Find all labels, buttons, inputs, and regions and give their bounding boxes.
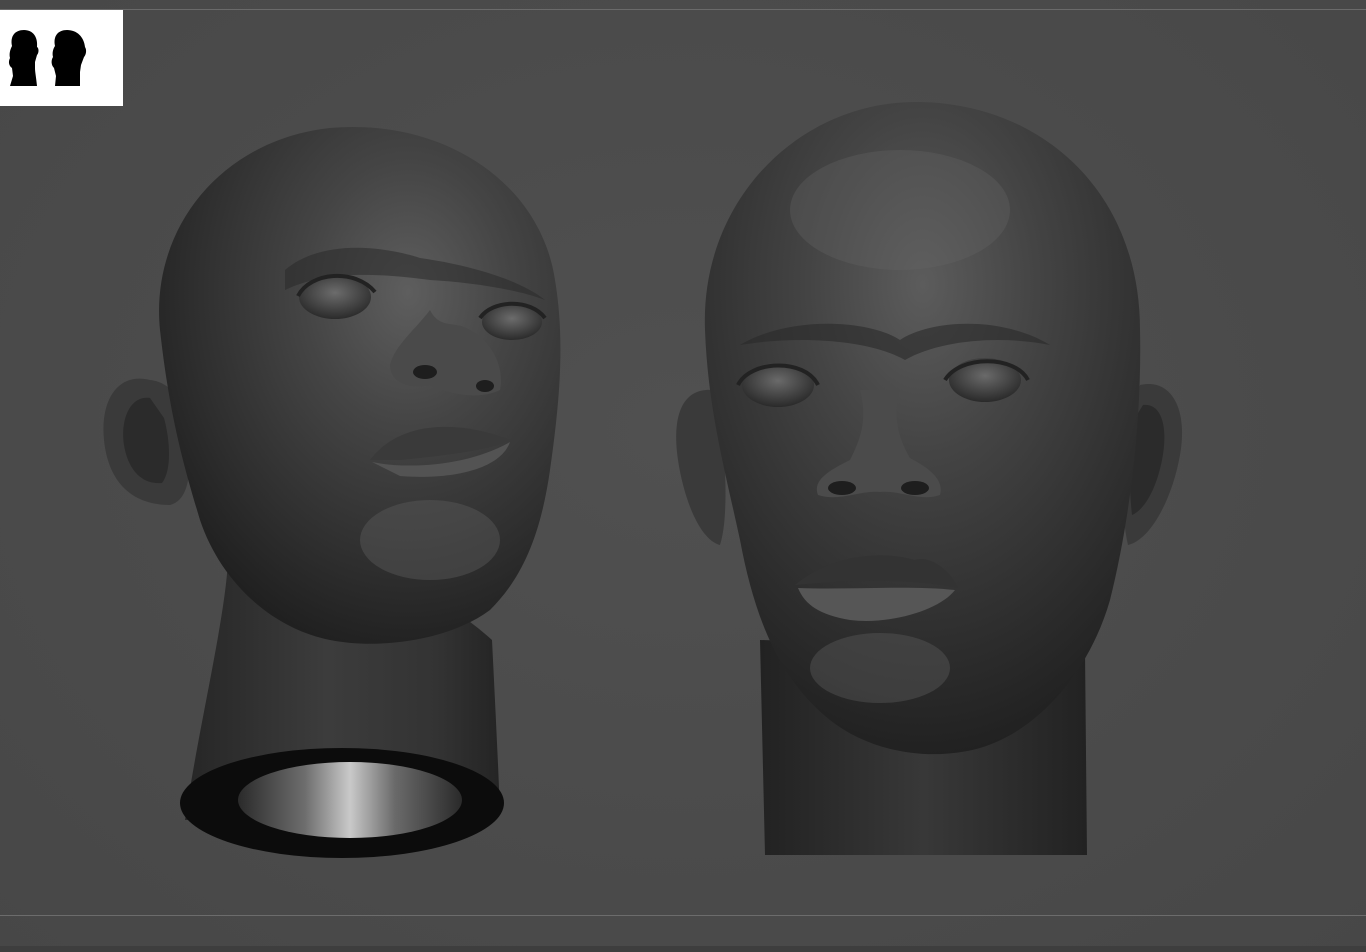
sculpt-viewport[interactable] [0,0,1366,952]
bottom-divider [0,915,1366,916]
chin-highlight [810,633,950,703]
bald-head-sculpt-front-view[interactable] [0,0,1366,952]
nostril [901,481,929,495]
forehead-highlight [790,150,1010,270]
nostril [828,481,856,495]
bottom-bar [0,946,1366,952]
